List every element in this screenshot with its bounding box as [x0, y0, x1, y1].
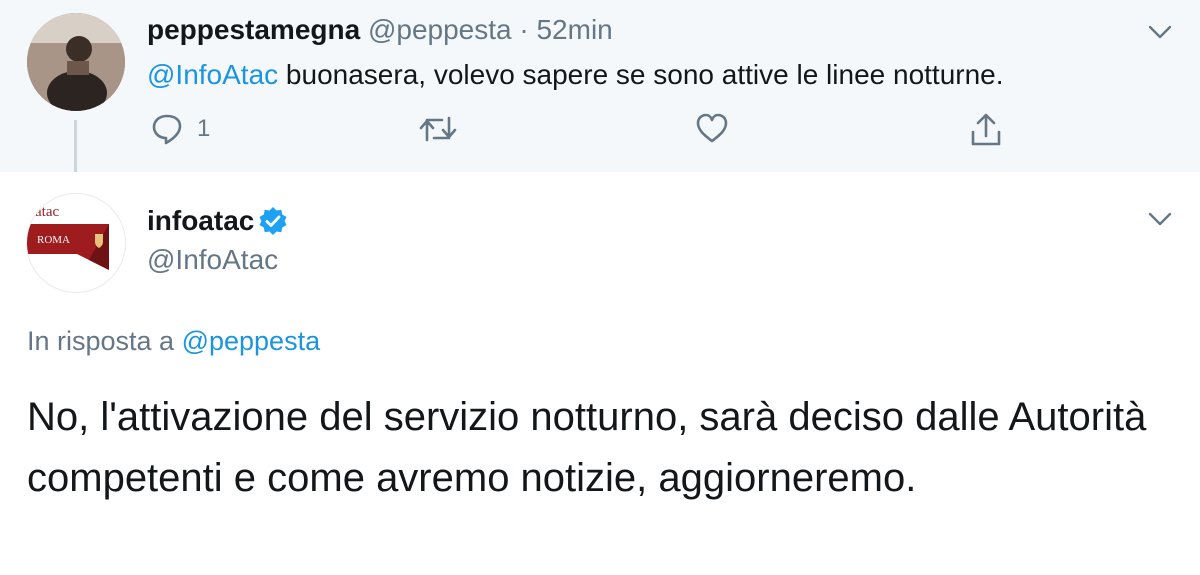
tweet-actions: 1 — [0, 112, 1200, 156]
mention-link[interactable]: @InfoAtac — [147, 59, 278, 90]
separator: · — [519, 14, 529, 45]
reply-count: 1 — [197, 115, 211, 142]
share-button[interactable] — [969, 112, 1003, 148]
chevron-down-icon[interactable] — [1147, 22, 1173, 42]
tweet-body: buonasera, volevo sapere se sono attive … — [278, 59, 1004, 90]
reply-to-link[interactable]: @peppesta — [182, 326, 321, 356]
timestamp[interactable]: 52min — [536, 14, 612, 45]
reply-icon — [152, 114, 182, 145]
share-icon — [971, 113, 1001, 146]
verified-badge-icon — [259, 207, 287, 235]
parent-header: peppestamegna @peppesta · 52min — [147, 14, 613, 46]
like-button[interactable] — [695, 112, 729, 146]
reply-prefix: In risposta a — [27, 326, 182, 356]
parent-tweet[interactable]: peppestamegna @peppesta · 52min @InfoAta… — [0, 0, 1200, 180]
main-tweet[interactable]: atac ROMA infoatac @InfoAtac In risposta… — [0, 172, 1200, 575]
like-icon — [696, 113, 728, 143]
tweet-text: @InfoAtac buonasera, volevo sapere se so… — [147, 59, 1004, 91]
reply-button[interactable]: 1 — [151, 112, 210, 146]
author-handle[interactable]: @InfoAtac — [147, 244, 278, 276]
retweet-button[interactable] — [418, 112, 458, 146]
chevron-down-icon[interactable] — [1147, 209, 1173, 229]
retweet-icon — [419, 116, 457, 142]
tweet-text: No, l'attivazione del servizio notturno,… — [27, 395, 1147, 500]
author-handle[interactable]: @peppesta — [368, 14, 512, 45]
reply-context: In risposta a @peppesta — [27, 326, 320, 357]
author-name[interactable]: infoatac — [147, 205, 254, 237]
atac-logo: atac ROMA — [27, 204, 109, 270]
avatar[interactable]: atac ROMA — [26, 193, 126, 293]
author-name-row: infoatac — [147, 205, 288, 237]
svg-text:ROMA: ROMA — [37, 234, 70, 246]
author-name[interactable]: peppestamegna — [147, 14, 360, 45]
avatar-photo — [27, 13, 125, 111]
svg-text:atac: atac — [35, 204, 59, 220]
avatar[interactable] — [27, 13, 125, 111]
